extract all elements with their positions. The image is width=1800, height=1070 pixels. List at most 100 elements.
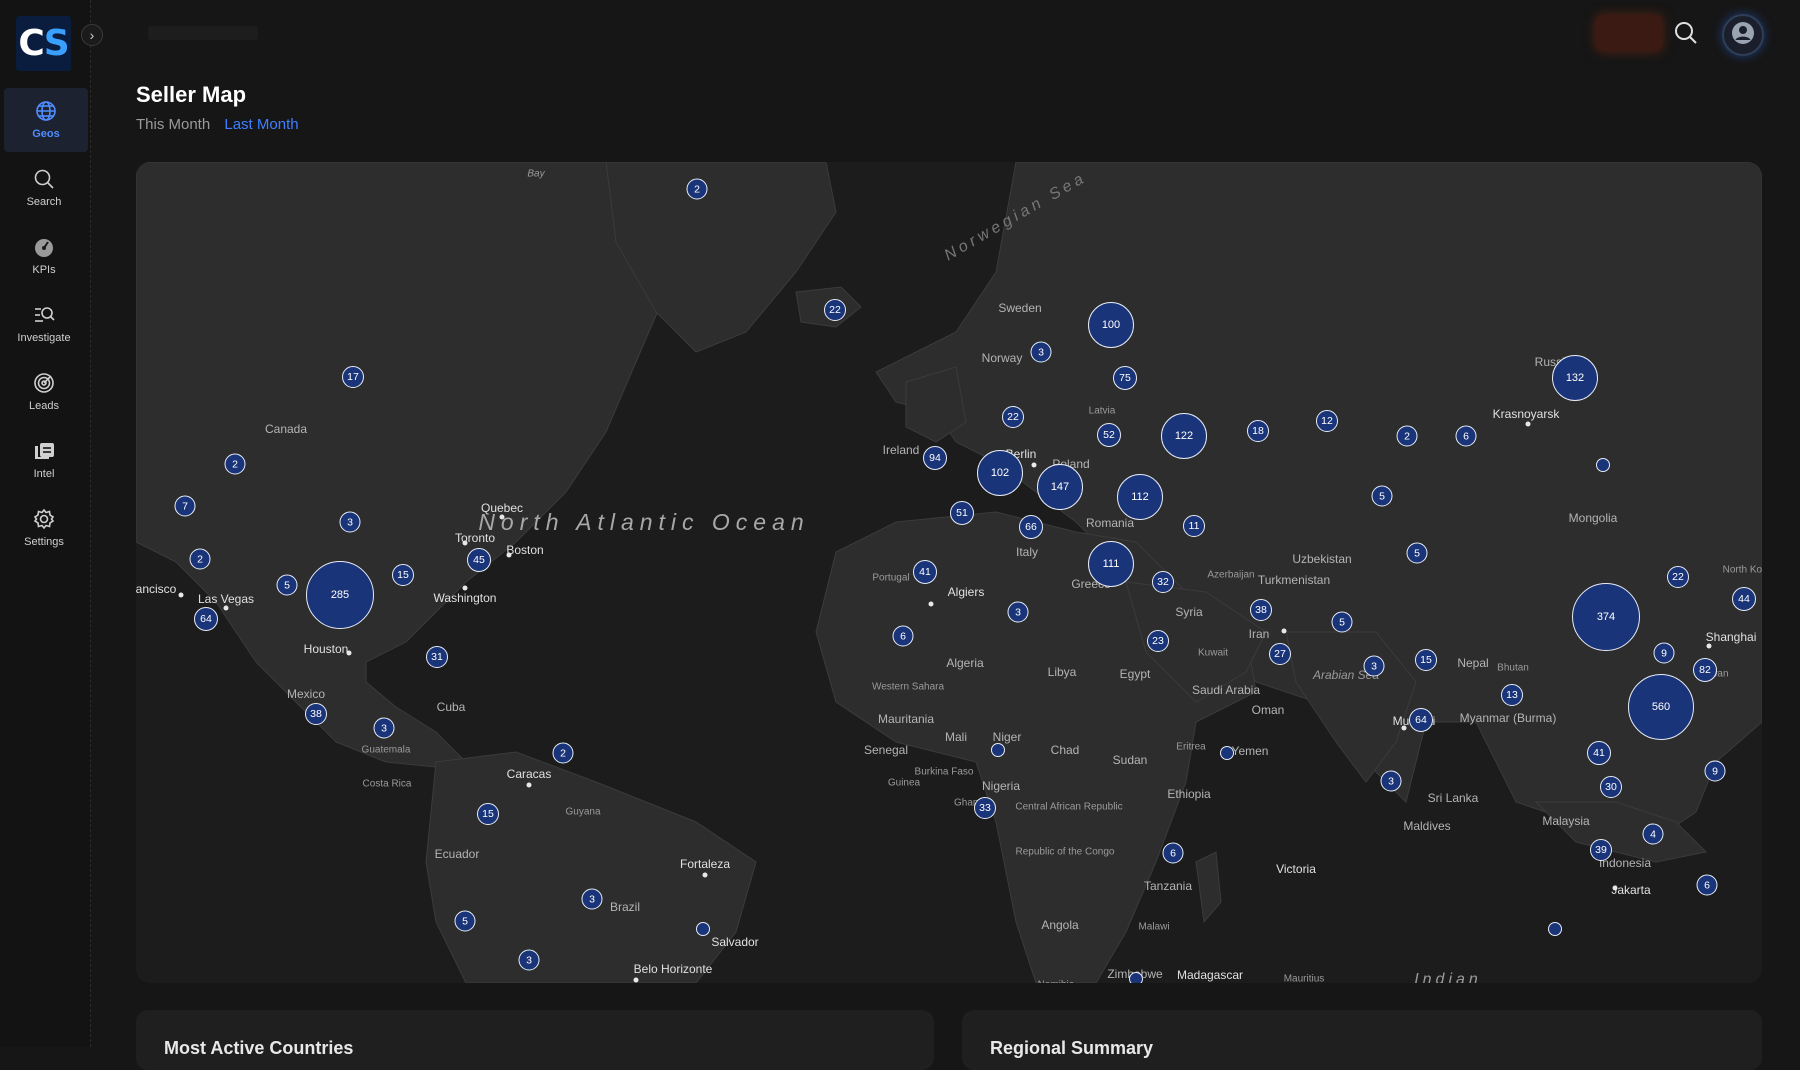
seller-cluster-marker[interactable]: 32 [1152, 571, 1174, 593]
seller-cluster-marker[interactable]: 2 [1396, 425, 1418, 447]
seller-cluster-marker[interactable]: 2 [686, 178, 708, 200]
seller-cluster-marker[interactable]: 41 [1587, 741, 1611, 765]
seller-cluster-marker[interactable]: 18 [1247, 420, 1269, 442]
seller-cluster-marker[interactable]: 9 [1653, 642, 1675, 664]
seller-cluster-marker[interactable]: 285 [306, 561, 374, 629]
seller-cluster-marker[interactable]: 122 [1161, 413, 1207, 459]
seller-cluster-marker[interactable]: 64 [1409, 708, 1433, 732]
seller-cluster-marker[interactable]: 22 [1002, 406, 1024, 428]
seller-cluster-marker[interactable]: 82 [1693, 658, 1717, 682]
seller-cluster-marker[interactable]: 102 [977, 450, 1023, 496]
seller-cluster-marker[interactable]: 75 [1113, 366, 1137, 390]
seller-cluster-marker[interactable]: 39 [1590, 839, 1612, 861]
seller-cluster-marker[interactable]: 3 [1363, 655, 1385, 677]
sidebar-item-search[interactable]: Search [0, 156, 88, 220]
seller-cluster-marker[interactable]: 3 [373, 717, 395, 739]
seller-cluster-marker[interactable]: 3 [581, 888, 603, 910]
seller-cluster-marker[interactable]: 100 [1088, 302, 1134, 348]
sidebar-item-kpis[interactable]: KPIs [0, 224, 88, 288]
logo[interactable]: CS [16, 16, 71, 71]
place-label: Kuwait [1197, 647, 1229, 659]
sidebar-item-intel[interactable]: Intel [0, 428, 88, 492]
sidebar-item-investigate[interactable]: Investigate [0, 292, 88, 356]
seller-cluster-marker[interactable] [1220, 746, 1234, 760]
seller-cluster-marker[interactable]: 9 [1704, 760, 1726, 782]
seller-cluster-marker[interactable]: 38 [1250, 599, 1272, 621]
seller-cluster-marker[interactable]: 147 [1037, 464, 1083, 510]
place-label: Sweden [998, 301, 1042, 315]
logo-letter-c: C [18, 23, 44, 64]
seller-cluster-marker[interactable]: 132 [1552, 355, 1598, 401]
seller-cluster-marker[interactable]: 51 [950, 501, 974, 525]
tab-last-month[interactable]: Last Month [224, 116, 298, 133]
place-label: Ireland [882, 443, 920, 457]
seller-cluster-marker[interactable] [1129, 972, 1143, 983]
seller-cluster-marker[interactable]: 112 [1117, 474, 1163, 520]
seller-cluster-marker[interactable]: 6 [1696, 874, 1718, 896]
seller-cluster-marker[interactable]: 17 [342, 366, 364, 388]
search-button[interactable] [1673, 20, 1699, 46]
seller-cluster-marker[interactable]: 6 [1162, 842, 1184, 864]
seller-cluster-marker[interactable] [1548, 922, 1562, 936]
seller-cluster-marker[interactable]: 38 [305, 703, 327, 725]
seller-cluster-marker[interactable]: 94 [923, 446, 947, 470]
seller-cluster-marker[interactable]: 33 [974, 797, 996, 819]
seller-cluster-marker[interactable]: 64 [194, 607, 218, 631]
seller-cluster-marker[interactable]: 6 [892, 625, 914, 647]
seller-cluster-marker[interactable]: 2 [189, 548, 211, 570]
seller-cluster-marker[interactable]: 111 [1088, 541, 1134, 587]
seller-cluster-marker[interactable]: 560 [1628, 674, 1694, 740]
seller-cluster-marker[interactable]: 45 [467, 548, 491, 572]
seller-cluster-marker[interactable]: 12 [1316, 410, 1338, 432]
seller-cluster-marker[interactable]: 22 [824, 299, 846, 321]
seller-cluster-marker[interactable]: 5 [454, 910, 476, 932]
seller-cluster-marker[interactable]: 5 [1371, 485, 1393, 507]
seller-cluster-marker[interactable]: 2 [224, 453, 246, 475]
seller-cluster-marker[interactable]: 41 [913, 560, 937, 584]
seller-cluster-marker[interactable] [991, 743, 1005, 757]
card-title: Regional Summary [990, 1038, 1154, 1058]
seller-cluster-marker[interactable]: 66 [1019, 515, 1043, 539]
city-marker [1401, 725, 1407, 731]
notification-button[interactable] [1596, 15, 1662, 51]
avatar[interactable] [1722, 14, 1764, 56]
city-marker [346, 650, 352, 656]
seller-cluster-marker[interactable]: 374 [1572, 583, 1640, 651]
seller-cluster-marker[interactable]: 13 [1501, 684, 1523, 706]
seller-cluster-marker[interactable]: 7 [174, 495, 196, 517]
seller-cluster-marker[interactable]: 3 [518, 949, 540, 971]
seller-cluster-marker[interactable]: 27 [1269, 643, 1291, 665]
seller-cluster-marker[interactable]: 3 [1007, 601, 1029, 623]
place-label: Egypt [1119, 667, 1151, 681]
place-label: Turkmenistan [1257, 573, 1331, 587]
seller-cluster-marker[interactable]: 6 [1455, 425, 1477, 447]
sidebar-item-geos[interactable]: Geos [4, 88, 88, 152]
seller-cluster-marker[interactable]: 3 [1030, 341, 1052, 363]
seller-cluster-marker[interactable]: 4 [1642, 823, 1664, 845]
seller-cluster-marker[interactable]: 15 [392, 564, 414, 586]
seller-map[interactable]: North Atlantic Ocean Norwegian Sea Arabi… [136, 162, 1762, 983]
seller-cluster-marker[interactable]: 2 [552, 742, 574, 764]
seller-cluster-marker[interactable]: 5 [276, 574, 298, 596]
seller-cluster-marker[interactable]: 23 [1147, 630, 1169, 652]
seller-cluster-marker[interactable]: 22 [1667, 566, 1689, 588]
seller-cluster-marker[interactable]: 5 [1406, 542, 1428, 564]
seller-cluster-marker[interactable] [696, 922, 710, 936]
seller-cluster-marker[interactable]: 3 [1380, 770, 1402, 792]
seller-cluster-marker[interactable] [1596, 458, 1610, 472]
seller-cluster-marker[interactable]: 44 [1732, 587, 1756, 611]
seller-cluster-marker[interactable]: 11 [1183, 515, 1205, 537]
place-label: Niger [992, 730, 1022, 744]
tab-this-month[interactable]: This Month [136, 116, 210, 133]
place-label: Sri Lanka [1427, 791, 1479, 805]
sidebar-item-leads[interactable]: Leads [0, 360, 88, 424]
seller-cluster-marker[interactable]: 30 [1600, 776, 1622, 798]
seller-cluster-marker[interactable]: 15 [477, 803, 499, 825]
collapse-sidebar-button[interactable]: › [81, 24, 103, 46]
seller-cluster-marker[interactable]: 3 [339, 511, 361, 533]
seller-cluster-marker[interactable]: 5 [1331, 611, 1353, 633]
sidebar-item-settings[interactable]: Settings [0, 496, 88, 560]
seller-cluster-marker[interactable]: 15 [1415, 649, 1437, 671]
seller-cluster-marker[interactable]: 31 [426, 646, 448, 668]
seller-cluster-marker[interactable]: 52 [1097, 423, 1121, 447]
